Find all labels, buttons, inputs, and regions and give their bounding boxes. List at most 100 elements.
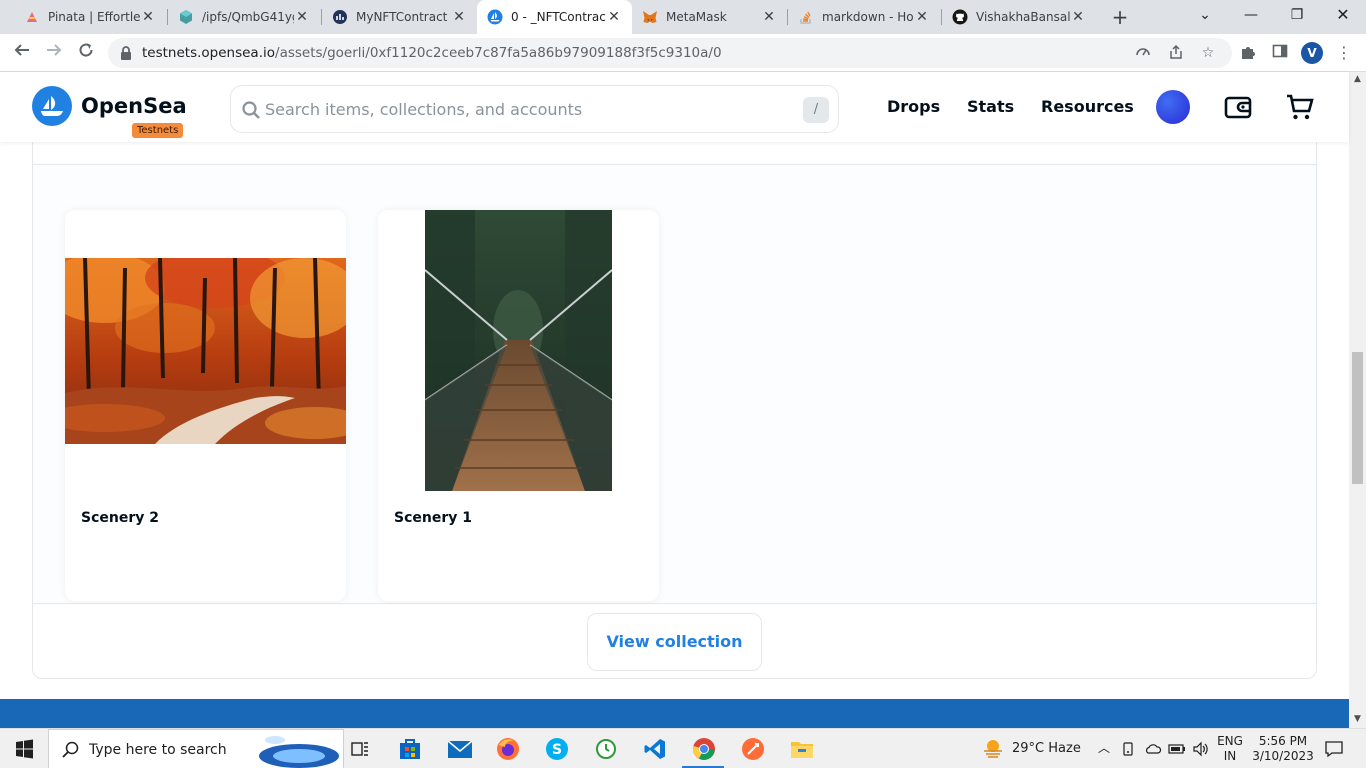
tab-title: MyNFTContract | xyxy=(356,10,451,24)
browser-tab-etherscan[interactable]: MyNFTContract | ✕ xyxy=(322,0,477,34)
nft-name[interactable]: Scenery 1 xyxy=(394,510,472,526)
more-from-collection-panel: Scenery 2 Scenery 1 View collection xyxy=(32,134,1317,679)
close-icon[interactable]: ✕ xyxy=(1070,9,1086,25)
logo-text[interactable]: OpenSea xyxy=(81,94,187,118)
github-icon xyxy=(952,9,968,25)
close-icon[interactable]: ✕ xyxy=(914,9,930,25)
skype-icon[interactable]: S xyxy=(543,735,571,763)
page-content: Scenery 2 Scenery 1 View collection xyxy=(0,134,1349,699)
svg-text:S: S xyxy=(552,742,562,758)
profile-avatar[interactable]: V xyxy=(1301,42,1323,64)
task-view-icon[interactable] xyxy=(346,735,374,763)
browser-tab-metamask[interactable]: MetaMask ✕ xyxy=(632,0,787,34)
close-icon[interactable]: ✕ xyxy=(451,9,467,25)
chrome-icon[interactable] xyxy=(690,735,718,763)
etherscan-icon xyxy=(332,9,348,25)
back-arrow-icon[interactable] xyxy=(10,41,34,65)
chevron-up-icon[interactable]: ︿ xyxy=(1096,741,1112,756)
close-icon[interactable]: ✕ xyxy=(140,9,156,25)
view-collection-button[interactable]: View collection xyxy=(587,613,762,671)
onedrive-icon[interactable] xyxy=(1144,741,1162,761)
browser-toolbar: testnets.opensea.io/assets/goerli/0xf112… xyxy=(0,34,1366,72)
forward-arrow-icon[interactable] xyxy=(42,41,66,65)
testnets-badge: Testnets xyxy=(132,123,184,138)
tab-search-chevron-icon[interactable]: ⌄ xyxy=(1182,0,1228,30)
page-scrollbar[interactable]: ▲ ▼ xyxy=(1349,72,1366,728)
search-shortcut-key: / xyxy=(803,97,829,123)
footer-band xyxy=(0,699,1349,728)
scrollbar-thumb[interactable] xyxy=(1352,352,1363,484)
tab-title: markdown - How xyxy=(822,10,914,24)
cart-icon[interactable] xyxy=(1285,92,1315,122)
microsoft-store-icon[interactable] xyxy=(396,735,424,763)
browser-tab-ipfs[interactable]: /ipfs/QmbG41yg ✕ xyxy=(168,0,320,34)
app-clock-icon[interactable] xyxy=(592,735,620,763)
nft-card[interactable]: Scenery 2 xyxy=(65,210,346,601)
browser-tab-github[interactable]: VishakhaBansal1( ✕ xyxy=(942,0,1096,34)
browser-menu-icon[interactable]: ⋮ xyxy=(1336,43,1352,63)
tab-title: VishakhaBansal1( xyxy=(976,10,1070,24)
search-icon xyxy=(61,740,81,764)
side-panel-icon[interactable] xyxy=(1270,43,1290,63)
nft-image-autumn[interactable] xyxy=(65,210,346,491)
file-explorer-icon[interactable] xyxy=(788,735,816,763)
nft-name[interactable]: Scenery 2 xyxy=(81,510,159,526)
tab-title: Pinata | Effortless xyxy=(48,10,140,24)
url-path: /assets/goerli/0xf1120c2ceeb7c87fa5a86b9… xyxy=(275,45,722,61)
tab-title: 0 - _NFTContract xyxy=(511,10,606,24)
scroll-down-arrow-icon[interactable]: ▼ xyxy=(1352,714,1363,726)
weather-icon[interactable] xyxy=(982,737,1004,763)
browser-tab-stackoverflow[interactable]: markdown - How ✕ xyxy=(788,0,940,34)
opensea-icon xyxy=(487,9,503,25)
browser-tab-pinata[interactable]: Pinata | Effortless ✕ xyxy=(14,0,166,34)
share-icon[interactable] xyxy=(1167,44,1185,62)
tray-device-icon[interactable] xyxy=(1120,741,1136,761)
weather-text[interactable]: 29°C Haze xyxy=(1012,741,1081,756)
close-icon[interactable]: ✕ xyxy=(606,9,622,25)
volume-icon[interactable] xyxy=(1192,741,1210,761)
nav-drops[interactable]: Drops xyxy=(887,97,940,116)
bookmark-star-icon[interactable]: ☆ xyxy=(1199,44,1217,62)
reload-icon[interactable] xyxy=(74,41,98,65)
close-window-button[interactable]: ✕ xyxy=(1320,0,1366,30)
search-input[interactable]: Search items, collections, and accounts … xyxy=(230,85,839,133)
close-icon[interactable]: ✕ xyxy=(294,9,310,25)
notification-icon[interactable] xyxy=(1324,740,1344,762)
new-tab-button[interactable]: + xyxy=(1108,4,1132,30)
lock-icon[interactable] xyxy=(118,45,134,61)
browser-tab-strip: Pinata | Effortless ✕ /ipfs/QmbG41yg ✕ M… xyxy=(0,0,1366,34)
windows-start-button[interactable] xyxy=(0,729,48,768)
account-avatar[interactable] xyxy=(1156,90,1190,124)
close-icon[interactable]: ✕ xyxy=(761,9,777,25)
firefox-icon[interactable] xyxy=(494,735,522,763)
windows-taskbar: Type here to search S 29°C Haze ︿ ENG IN… xyxy=(0,728,1366,768)
wallet-icon[interactable] xyxy=(1223,92,1253,122)
nav-resources[interactable]: Resources xyxy=(1041,97,1134,116)
opensea-header: OpenSea Testnets Search items, collectio… xyxy=(0,72,1349,142)
performance-icon[interactable] xyxy=(1134,44,1152,62)
opensea-logo-icon[interactable] xyxy=(32,86,72,126)
search-highlight-image xyxy=(255,732,343,768)
tab-title: MetaMask xyxy=(666,10,727,24)
nft-card[interactable]: Scenery 1 xyxy=(378,210,659,601)
tab-title: /ipfs/QmbG41yg xyxy=(202,10,294,24)
postman-icon[interactable] xyxy=(739,735,767,763)
clock[interactable]: 5:56 PM 3/10/2023 xyxy=(1250,734,1316,764)
address-bar[interactable]: testnets.opensea.io/assets/goerli/0xf112… xyxy=(108,38,1232,68)
nft-image-bridge[interactable] xyxy=(378,210,659,491)
extensions-puzzle-icon[interactable] xyxy=(1238,43,1258,63)
scroll-up-arrow-icon[interactable]: ▲ xyxy=(1352,74,1363,86)
browser-tab-opensea[interactable]: 0 - _NFTContract ✕ xyxy=(477,0,632,34)
search-placeholder: Search items, collections, and accounts xyxy=(265,100,583,119)
minimize-button[interactable]: — xyxy=(1228,0,1274,30)
vscode-icon[interactable] xyxy=(641,735,669,763)
clock-date: 3/10/2023 xyxy=(1252,749,1314,763)
battery-icon[interactable] xyxy=(1168,741,1186,761)
language-indicator[interactable]: ENG IN xyxy=(1214,734,1246,764)
pinata-icon xyxy=(24,9,40,25)
nav-stats[interactable]: Stats xyxy=(967,97,1014,116)
mail-icon[interactable] xyxy=(446,735,474,763)
restore-button[interactable]: ❐ xyxy=(1274,0,1320,30)
taskbar-search-box[interactable]: Type here to search xyxy=(48,729,344,768)
taskbar-search-text: Type here to search xyxy=(89,742,227,758)
